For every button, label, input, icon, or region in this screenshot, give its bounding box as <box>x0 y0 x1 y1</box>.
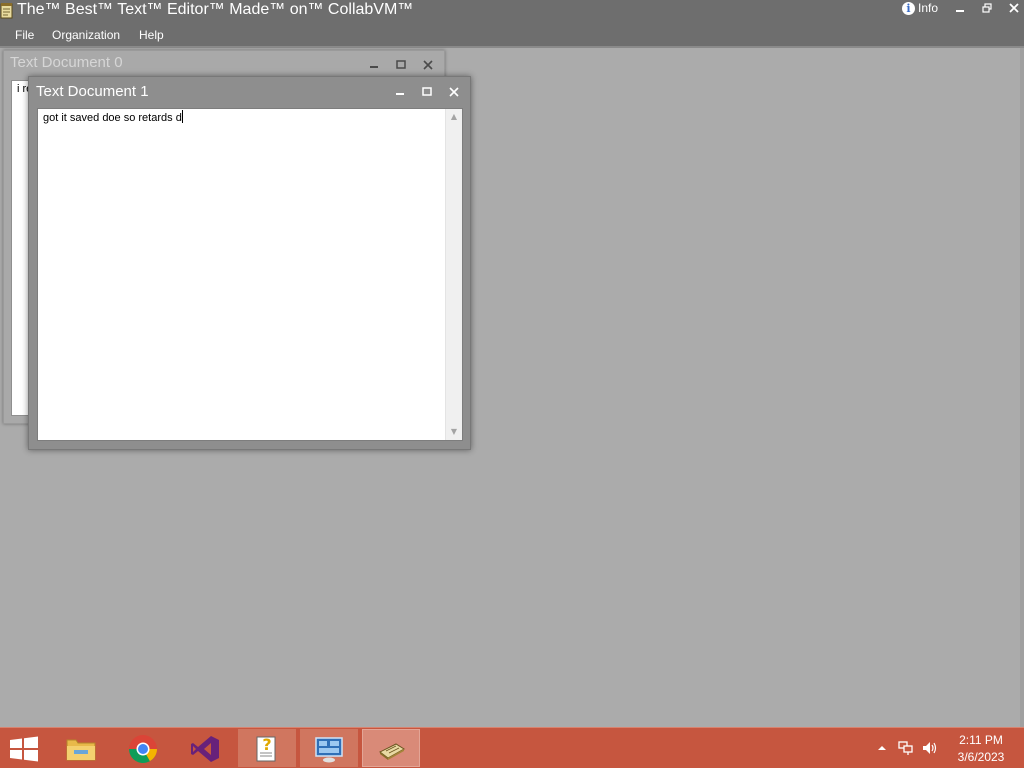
document-0-close-button[interactable] <box>421 58 435 72</box>
close-icon <box>1009 3 1019 13</box>
document-0-minimize-button[interactable] <box>367 58 381 72</box>
menu-help[interactable]: Help <box>139 27 164 43</box>
taskbar: ? 2:11 PM 3/6/2023 <box>0 727 1024 768</box>
menu-file[interactable]: File <box>15 27 34 43</box>
scroll-down-arrow-icon[interactable]: ▼ <box>446 425 462 439</box>
document-1-text-area[interactable]: got it saved doe so retards d ▲ ▼ <box>37 108 463 441</box>
start-button[interactable] <box>6 734 42 764</box>
workspace-edge <box>1020 48 1024 727</box>
info-label: Info <box>918 1 939 15</box>
help-doc-icon: ? <box>256 735 276 762</box>
info-button[interactable]: i Info <box>902 0 938 16</box>
text-caret <box>181 110 183 123</box>
clock-time[interactable]: 2:11 PM <box>948 733 1014 747</box>
restore-icon <box>982 3 992 13</box>
document-0-maximize-button[interactable] <box>394 58 408 72</box>
chrome-icon <box>129 735 157 763</box>
taskbar-text-editor[interactable] <box>362 729 420 767</box>
taskbar-remote-desktop[interactable] <box>300 729 358 767</box>
taskbar-help-document[interactable]: ? <box>238 729 296 767</box>
folder-icon <box>66 739 96 761</box>
volume-icon[interactable] <box>921 740 937 756</box>
chevron-up-icon <box>878 746 886 750</box>
document-1-maximize-button[interactable] <box>420 85 434 99</box>
network-icon[interactable] <box>897 740 913 756</box>
document-1-minimize-button[interactable] <box>393 85 407 99</box>
notepad-icon <box>379 743 405 760</box>
taskbar-file-explorer[interactable] <box>52 729 110 767</box>
visual-studio-icon <box>191 736 219 762</box>
minimize-icon <box>956 10 964 12</box>
show-hidden-icon[interactable] <box>874 740 890 756</box>
document-1-close-button[interactable] <box>447 85 461 99</box>
vertical-scrollbar[interactable]: ▲ ▼ <box>445 109 462 440</box>
app-titlebar: The™ Best™ Text™ Editor™ Made™ on™ Colla… <box>0 0 1024 24</box>
app-title: The™ Best™ Text™ Editor™ Made™ on™ Colla… <box>17 1 414 18</box>
maximize-icon <box>422 87 432 96</box>
menu-bar: File Organization Help <box>0 24 1024 46</box>
app-minimize-button[interactable] <box>953 1 967 15</box>
document-1-content: got it saved doe so retards d <box>43 112 182 124</box>
document-0-title: Text Document 0 <box>10 54 123 71</box>
close-icon <box>423 60 433 70</box>
close-icon <box>449 87 459 97</box>
app-notepad-icon <box>0 3 13 19</box>
scroll-up-arrow-icon[interactable]: ▲ <box>446 110 462 124</box>
monitor-icon <box>315 737 343 763</box>
speaker-icon <box>923 742 937 754</box>
windows-logo-icon <box>10 736 38 762</box>
minimize-icon <box>370 66 378 68</box>
menu-organization[interactable]: Organization <box>52 27 120 43</box>
app-close-button[interactable] <box>1007 1 1021 15</box>
document-1-text: got it saved doe so retards d <box>43 110 183 124</box>
document-1-title: Text Document 1 <box>36 83 149 100</box>
svg-text:?: ? <box>262 735 271 754</box>
maximize-icon <box>396 60 406 69</box>
network-glyph-icon <box>898 741 913 755</box>
document-window-1[interactable]: Text Document 1 got it saved doe so reta… <box>28 76 471 450</box>
taskbar-chrome[interactable] <box>114 729 172 767</box>
info-icon: i <box>902 1 915 15</box>
app-restore-button[interactable] <box>980 1 994 15</box>
clock-date[interactable]: 3/6/2023 <box>948 750 1014 764</box>
minimize-icon <box>396 93 404 95</box>
taskbar-visual-studio[interactable] <box>176 729 234 767</box>
